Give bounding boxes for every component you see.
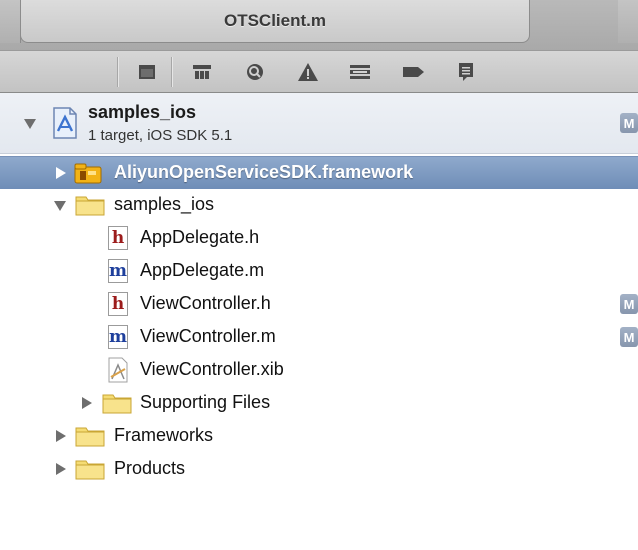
tree-item-label: ViewController.xib [140,359,284,379]
project-subtitle: 1 target, iOS SDK 5.1 [88,127,233,144]
framework-icon [74,162,102,184]
folder-icon [75,458,105,480]
editor-tab-bar: OTSClient.m [0,0,638,50]
header-file-icon: h [108,226,128,250]
tree-item-label: AppDelegate.m [140,260,265,280]
tree-item-label: Frameworks [114,425,214,445]
tree-row-file[interactable]: m ViewController.m M [0,321,638,353]
issue-navigator-icon[interactable] [292,59,324,85]
folder-icon [102,392,132,414]
disclosure-collapsed-icon[interactable] [82,397,92,409]
modified-badge: M [620,113,638,133]
folder-icon [75,194,105,216]
xcode-project-icon [52,107,78,139]
tree-row-folder[interactable]: Products [0,453,638,485]
implementation-file-icon: m [108,325,128,349]
project-navigator-icon[interactable] [131,59,163,85]
tree-row-file[interactable]: m AppDelegate.m [0,255,638,287]
search-navigator-icon[interactable] [239,59,271,85]
log-navigator-icon[interactable] [450,59,482,85]
tab-bar-left-edge [0,0,21,43]
toolbar-separator [117,57,118,87]
editor-tab-otsclient[interactable]: OTSClient.m [20,0,530,43]
tree-item-label: AppDelegate.h [140,227,260,247]
symbol-navigator-icon[interactable] [186,59,218,85]
project-navigator: samples_ios 1 target, iOS SDK 5.1 M Aliy… [0,93,638,550]
modified-badge: M [620,327,638,347]
tree-row-framework[interactable]: AliyunOpenServiceSDK.framework [0,156,638,189]
tree-item-label: Products [114,458,186,478]
project-row[interactable]: samples_ios 1 target, iOS SDK 5.1 M [0,93,638,154]
tree-row-file[interactable]: h AppDelegate.h [0,222,638,254]
disclosure-collapsed-icon[interactable] [56,463,66,475]
disclosure-collapsed-icon[interactable] [56,430,66,442]
tree-row-folder[interactable]: Supporting Files [0,387,638,419]
tree-row-file[interactable]: ViewController.xib [0,354,638,386]
project-name: samples_ios [88,102,197,122]
tree-item-label: ViewController.m [140,326,276,346]
modified-badge: M [620,294,638,314]
tree-row-folder[interactable]: Frameworks [0,420,638,452]
editor-tab-title: OTSClient.m [223,11,326,30]
tree-item-label: ViewController.h [140,293,271,313]
breakpoint-navigator-icon[interactable] [398,59,430,85]
tree-row-folder[interactable]: samples_ios [0,189,638,221]
disclosure-expanded-icon[interactable] [24,119,36,129]
header-file-icon: h [108,292,128,316]
tree-item-label: samples_ios [114,194,215,214]
tab-bar-right-edge [618,0,638,43]
disclosure-collapsed-icon[interactable] [56,167,66,179]
tree-item-label: Supporting Files [140,392,271,412]
interface-builder-file-icon [106,357,130,383]
toolbar-separator [171,57,172,87]
implementation-file-icon: m [108,259,128,283]
navigator-selector-bar [0,50,638,93]
debug-navigator-icon[interactable] [344,59,376,85]
tree-row-file[interactable]: h ViewController.h M [0,288,638,320]
folder-icon [75,425,105,447]
tree-item-label: AliyunOpenServiceSDK.framework [114,162,414,182]
disclosure-expanded-icon[interactable] [54,201,66,211]
